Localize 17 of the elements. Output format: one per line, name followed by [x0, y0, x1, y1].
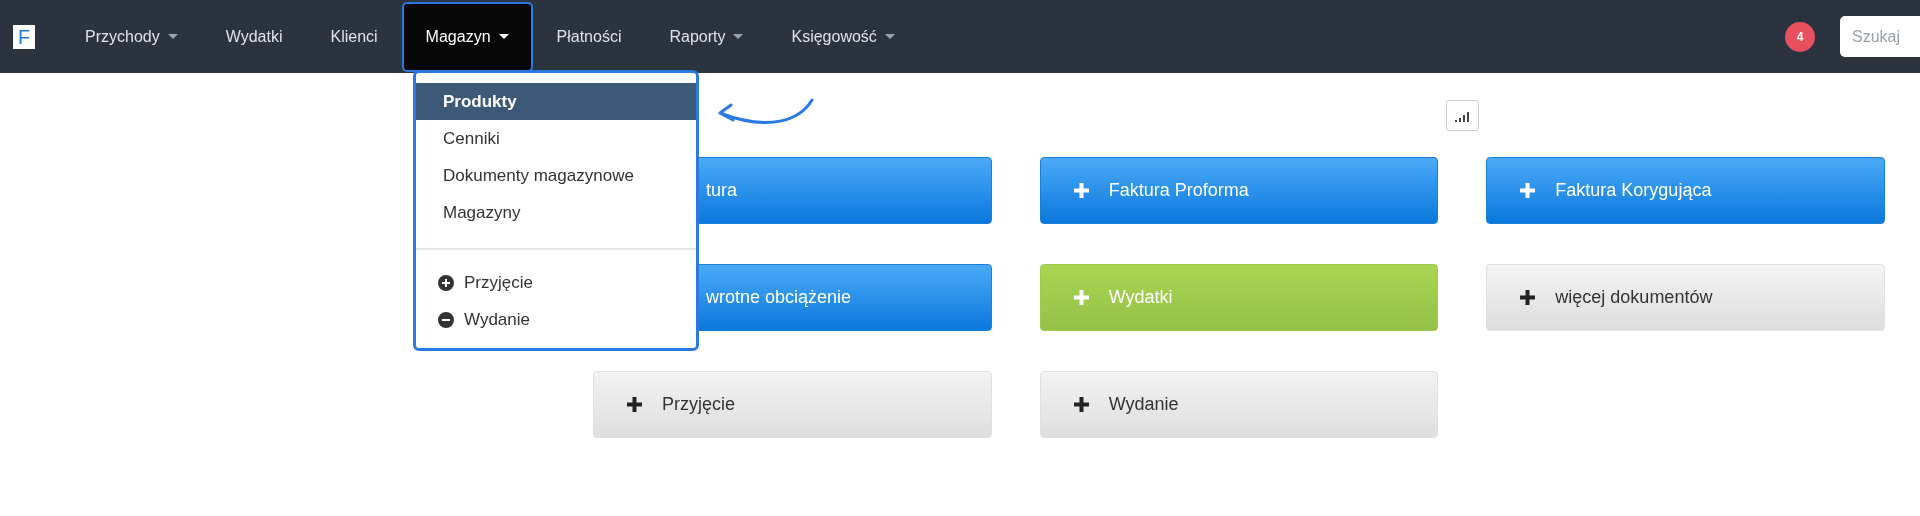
- signal-bars-icon: [1454, 111, 1471, 122]
- new-document-button[interactable]: więcej dokumentów: [1486, 264, 1885, 331]
- logo[interactable]: F: [13, 24, 35, 49]
- nav-tab[interactable]: Klienci: [306, 1, 402, 72]
- nav-tab[interactable]: Księgowość: [767, 1, 919, 72]
- search-field[interactable]: Szukaj: [1840, 16, 1920, 57]
- menu-item[interactable]: Produkty: [416, 83, 696, 120]
- nav-tab[interactable]: Wydatki: [201, 1, 307, 72]
- new-document-button[interactable]: Wydanie: [1039, 371, 1439, 438]
- nav-tab[interactable]: Przychody: [61, 1, 202, 72]
- nav-tab[interactable]: Płatności: [532, 1, 646, 72]
- nav-tab[interactable]: Raporty: [645, 1, 768, 72]
- new-document-button[interactable]: Przyjęcie: [593, 371, 992, 438]
- chart-button[interactable]: [1446, 99, 1479, 131]
- nav-tab[interactable]: Magazyn: [401, 1, 533, 72]
- menu-item[interactable]: Cenniki: [416, 120, 696, 157]
- notification-badge[interactable]: 4: [1785, 21, 1815, 52]
